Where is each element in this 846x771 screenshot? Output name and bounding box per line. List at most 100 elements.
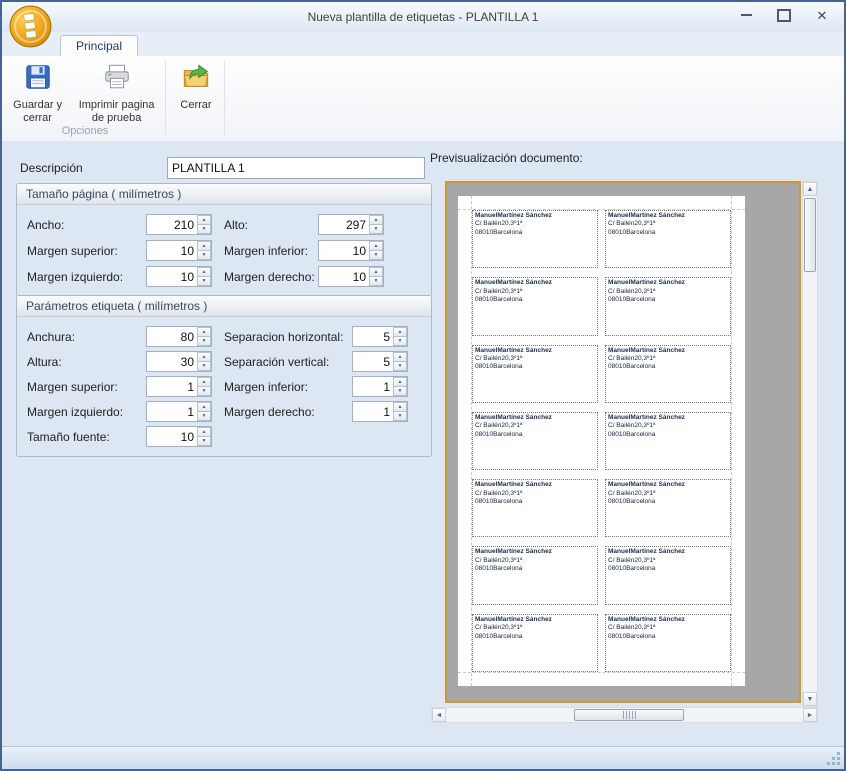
maximize-button[interactable] [772, 4, 796, 26]
label-cell: ManuelMartínez SánchezC/ Bailén20,3º1ª08… [605, 614, 731, 672]
maximize-icon [777, 9, 791, 22]
save-icon [23, 62, 53, 96]
spin-down-icon[interactable]: ▼ [393, 386, 407, 396]
spin-up-icon[interactable]: ▲ [197, 241, 211, 250]
spin-up-icon[interactable]: ▲ [369, 267, 383, 276]
spin-up-icon[interactable]: ▲ [369, 241, 383, 250]
page-margen-izquierdo-label: Margen izquierdo: [27, 270, 146, 284]
preview-page: ManuelMartínez SánchezC/ Bailén20,3º1ª08… [458, 196, 745, 686]
label-separacion-horizontal-label: Separacion horizontal: [212, 330, 352, 344]
label-margen-inferior-input[interactable] [353, 377, 393, 396]
spin-down-icon[interactable]: ▼ [393, 336, 407, 346]
app-icon[interactable] [9, 5, 52, 48]
spin-down-icon[interactable]: ▼ [197, 411, 211, 421]
horizontal-scroll-track[interactable] [446, 708, 803, 722]
spin-down-icon[interactable]: ▼ [197, 276, 211, 286]
ribbon-separator [224, 61, 225, 136]
label-cell: ManuelMartínez SánchezC/ Bailén20,3º1ª08… [605, 412, 731, 470]
spin-down-icon[interactable]: ▼ [197, 386, 211, 396]
preview-horizontal-scrollbar[interactable]: ◄ ► [431, 707, 818, 723]
label-anchura-label: Anchura: [27, 330, 146, 344]
spin-up-icon[interactable]: ▲ [197, 402, 211, 411]
spin-down-icon[interactable]: ▼ [393, 411, 407, 421]
spin-up-icon[interactable]: ▲ [197, 215, 211, 224]
resize-grip[interactable] [827, 752, 840, 765]
cerrar-button[interactable]: Cerrar [169, 57, 223, 115]
spin-down-icon[interactable]: ▼ [197, 436, 211, 446]
descripcion-input[interactable] [167, 157, 425, 179]
page-margen-derecho-spinner: ▲▼ [318, 266, 384, 287]
page-alto-label: Alto: [212, 218, 318, 232]
spin-down-icon[interactable]: ▼ [197, 361, 211, 371]
page-size-group-title: Tamaño página ( milímetros ) [17, 184, 431, 205]
label-altura-label: Altura: [27, 355, 146, 369]
page-ancho-input[interactable] [147, 215, 197, 234]
minimize-button[interactable] [734, 4, 758, 26]
preview-vertical-scrollbar[interactable]: ▲ ▼ [802, 181, 818, 707]
scroll-up-icon[interactable]: ▲ [803, 182, 817, 196]
label-cell: ManuelMartínez SánchezC/ Bailén20,3º1ª08… [605, 479, 731, 537]
spin-up-icon[interactable]: ▲ [369, 215, 383, 224]
label-margen-derecho-spinner: ▲▼ [352, 401, 408, 422]
ribbon: Guardar y cerrar Imprimir pagina d [2, 56, 844, 142]
spin-down-icon[interactable]: ▼ [369, 276, 383, 286]
save-and-close-button[interactable]: Guardar y cerrar [6, 57, 69, 129]
window-title: Nueva plantilla de etiquetas - PLANTILLA… [2, 2, 844, 32]
spin-up-icon[interactable]: ▲ [393, 352, 407, 361]
page-margen-derecho-input[interactable] [319, 267, 369, 286]
save-and-close-label: Guardar y cerrar [9, 99, 66, 125]
label-tamano-fuente-label: Tamaño fuente: [27, 430, 146, 444]
spin-down-icon[interactable]: ▼ [197, 224, 211, 234]
descripcion-row: Descripción [20, 157, 425, 179]
label-margen-derecho-label: Margen derecho: [212, 405, 352, 419]
label-margen-derecho-input[interactable] [353, 402, 393, 421]
cerrar-label: Cerrar [180, 99, 211, 112]
vertical-scroll-track[interactable] [803, 196, 817, 692]
scroll-right-icon[interactable]: ► [803, 708, 817, 722]
scroll-down-icon[interactable]: ▼ [803, 692, 817, 706]
label-separacion-horizontal-input[interactable] [353, 327, 393, 346]
spin-up-icon[interactable]: ▲ [197, 377, 211, 386]
horizontal-scroll-thumb[interactable] [574, 709, 684, 721]
page-margen-inferior-input[interactable] [319, 241, 369, 260]
spin-up-icon[interactable]: ▲ [197, 352, 211, 361]
label-altura-input[interactable] [147, 352, 197, 371]
window-controls: ✕ [734, 4, 834, 26]
label-separacion-vertical-input[interactable] [353, 352, 393, 371]
spin-down-icon[interactable]: ▼ [197, 336, 211, 346]
spin-up-icon[interactable]: ▲ [393, 327, 407, 336]
label-tamano-fuente-input[interactable] [147, 427, 197, 446]
spin-down-icon[interactable]: ▼ [369, 250, 383, 260]
margin-guide [458, 672, 745, 673]
page-margen-superior-label: Margen superior: [27, 244, 146, 258]
spin-up-icon[interactable]: ▲ [197, 327, 211, 336]
label-cell: ManuelMartínez SánchezC/ Bailén20,3º1ª08… [605, 546, 731, 604]
print-test-page-button[interactable]: Imprimir pagina de prueba [69, 57, 164, 129]
label-cell: ManuelMartínez SánchezC/ Bailén20,3º1ª08… [472, 277, 598, 335]
tab-principal[interactable]: Principal [60, 35, 138, 57]
vertical-scroll-thumb[interactable] [804, 198, 816, 272]
page-alto-input[interactable] [319, 215, 369, 234]
close-button[interactable]: ✕ [810, 4, 834, 26]
label-anchura-input[interactable] [147, 327, 197, 346]
page-margen-superior-input[interactable] [147, 241, 197, 260]
spin-down-icon[interactable]: ▼ [393, 361, 407, 371]
ribbon-group-opciones: Guardar y cerrar Imprimir pagina d [6, 57, 164, 139]
label-cell: ManuelMartínez SánchezC/ Bailén20,3º1ª08… [472, 479, 598, 537]
spin-up-icon[interactable]: ▲ [393, 377, 407, 386]
label-margen-izquierdo-input[interactable] [147, 402, 197, 421]
spin-up-icon[interactable]: ▲ [393, 402, 407, 411]
spin-down-icon[interactable]: ▼ [369, 224, 383, 234]
label-separacion-vertical-label: Separación vertical: [212, 355, 352, 369]
spin-down-icon[interactable]: ▼ [197, 250, 211, 260]
scroll-left-icon[interactable]: ◄ [432, 708, 446, 722]
page-margen-izquierdo-input[interactable] [147, 267, 197, 286]
label-params-group: Parámetros etiqueta ( milímetros ) Anchu… [16, 295, 432, 457]
label-cell: ManuelMartínez SánchezC/ Bailén20,3º1ª08… [472, 546, 598, 604]
label-margen-superior-input[interactable] [147, 377, 197, 396]
page-margen-izquierdo-spinner: ▲▼ [146, 266, 212, 287]
label-cell: ManuelMartínez SánchezC/ Bailén20,3º1ª08… [605, 277, 731, 335]
spin-up-icon[interactable]: ▲ [197, 267, 211, 276]
label-margen-izquierdo-label: Margen izquierdo: [27, 405, 146, 419]
spin-up-icon[interactable]: ▲ [197, 427, 211, 436]
